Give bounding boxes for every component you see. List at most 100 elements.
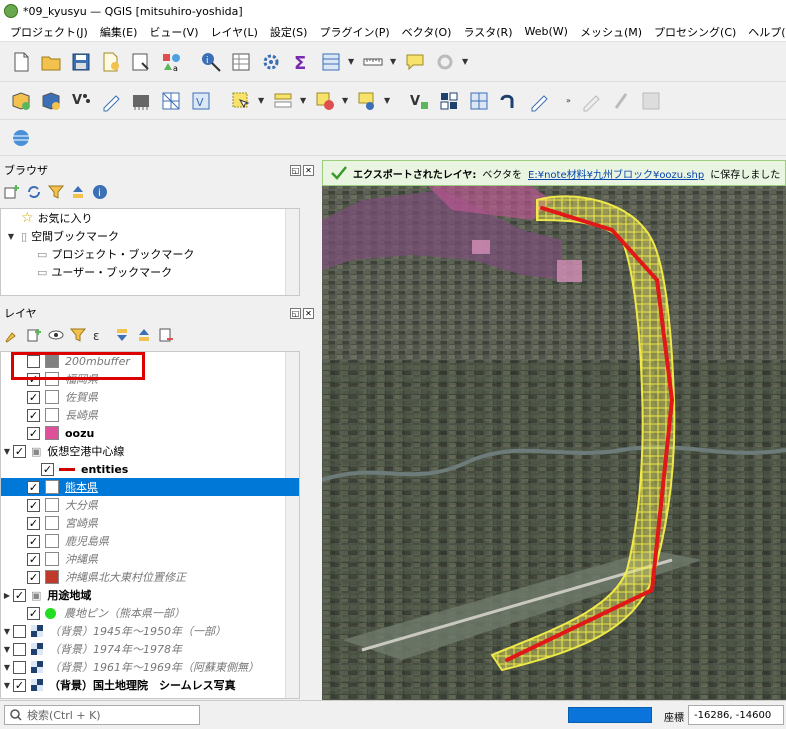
menu-item[interactable]: ビュー(V) <box>143 24 204 40</box>
layer-row[interactable]: ▼ ✓ ▣ 仮想空港中心線 <box>1 442 299 460</box>
add-delimited-text-icon[interactable]: V <box>68 88 94 114</box>
save-as-icon[interactable] <box>98 49 124 75</box>
locator-gear-icon[interactable] <box>432 49 458 75</box>
layer-visibility-checkbox[interactable]: ✓ <box>13 444 26 458</box>
browser-item[interactable]: ☆ お気に入り <box>1 209 299 227</box>
refresh-icon[interactable] <box>26 184 42 200</box>
layer-row[interactable]: ▼ （背景）1961年～1969年（阿蘇東側無） <box>1 658 299 676</box>
chevron-down-icon[interactable]: ▼ <box>462 57 470 66</box>
layer-visibility-checkbox[interactable]: ✓ <box>27 516 40 530</box>
layer-visibility-checkbox[interactable]: ✓ <box>41 462 54 476</box>
add-wms-icon[interactable] <box>128 88 154 114</box>
layer-row[interactable]: ✓ 佐賀県 <box>1 388 299 406</box>
menu-item[interactable]: Web(W) <box>519 25 574 38</box>
browser-item[interactable]: ▭ ユーザー・ブックマーク <box>1 263 299 281</box>
chevron-down-icon[interactable]: ▼ <box>300 96 308 105</box>
chevron-down-icon[interactable]: ▼ <box>384 96 392 105</box>
close-panel-icon[interactable]: ✕ <box>303 307 314 319</box>
measure-ruler-icon[interactable] <box>360 49 386 75</box>
message-path-link[interactable]: E:¥note材料¥九州ブロック¥oozu.shp <box>528 166 704 181</box>
layer-row[interactable]: ✓ 長崎県 <box>1 406 299 424</box>
float-panel-icon[interactable]: ◱ <box>290 307 301 319</box>
layer-visibility-checkbox[interactable]: ✓ <box>27 408 40 422</box>
expand-arrow-icon[interactable]: ▼ <box>1 663 13 672</box>
select-by-value-icon[interactable] <box>270 88 296 114</box>
visibility-eye-icon[interactable] <box>48 327 64 343</box>
layer-visibility-checkbox[interactable]: ✓ <box>27 534 40 548</box>
menu-item[interactable]: 設定(S) <box>264 24 314 40</box>
layer-visibility-checkbox[interactable]: ✓ <box>27 498 40 512</box>
collapse-all-icon[interactable] <box>70 184 86 200</box>
layer-visibility-checkbox[interactable]: ✓ <box>27 480 40 494</box>
menu-item[interactable]: メッシュ(M) <box>574 24 648 40</box>
layer-row[interactable]: ✓ 宮崎県 <box>1 514 299 532</box>
float-panel-icon[interactable]: ◱ <box>290 164 301 176</box>
expand-arrow-icon[interactable]: ▶ <box>1 591 13 600</box>
menu-item[interactable]: プラグイン(P) <box>313 24 395 40</box>
layer-visibility-checkbox[interactable]: ✓ <box>27 570 40 584</box>
layer-visibility-checkbox[interactable] <box>13 660 26 674</box>
add-selected-icon[interactable] <box>4 184 20 200</box>
browser-item[interactable]: ▭ プロジェクト・ブックマーク <box>1 245 299 263</box>
add-raster-layer-icon[interactable] <box>38 88 64 114</box>
expand-arrow-down-icon[interactable]: ▼ <box>5 232 17 241</box>
add-group-icon[interactable] <box>26 327 42 343</box>
raster-calc-icon[interactable] <box>436 88 462 114</box>
layer-visibility-checkbox[interactable] <box>13 642 26 656</box>
expand-arrow-icon[interactable]: ▼ <box>1 627 13 636</box>
trace-tool-icon[interactable] <box>496 88 522 114</box>
identify-icon[interactable]: i <box>198 49 224 75</box>
filter-expression-icon[interactable]: ε <box>92 327 108 343</box>
coordinate-field[interactable]: -16286, -14600 <box>688 705 784 725</box>
filter-icon[interactable] <box>48 184 64 200</box>
layer-visibility-checkbox[interactable]: ✓ <box>27 426 40 440</box>
layer-row[interactable]: ▼ ✓ （背景）国土地理院 シームレス写真 <box>1 676 299 694</box>
digitize-pen-2-icon[interactable] <box>526 88 552 114</box>
grid-tool-icon[interactable] <box>466 88 492 114</box>
menu-item[interactable]: プロセシング(C) <box>648 24 742 40</box>
filter-legend-icon[interactable] <box>70 327 86 343</box>
chevron-down-icon[interactable]: ▼ <box>258 96 266 105</box>
layer-visibility-checkbox[interactable]: ✓ <box>27 552 40 566</box>
layer-visibility-checkbox[interactable]: ✓ <box>27 606 40 620</box>
new-project-icon[interactable] <box>8 49 34 75</box>
print-layout-icon[interactable] <box>128 49 154 75</box>
vertex-tool-icon[interactable]: V <box>406 88 432 114</box>
attribute-table-icon[interactable] <box>228 49 254 75</box>
add-virtual-layer-icon[interactable]: V <box>188 88 214 114</box>
menu-item[interactable]: レイヤ(L) <box>204 24 263 40</box>
layer-row[interactable]: ✓ 農地ピン（熊本県一部） <box>1 604 299 622</box>
layer-row[interactable]: ✓ entities <box>1 460 299 478</box>
deselect-icon[interactable] <box>312 88 338 114</box>
layer-row[interactable]: ▶ ✓ ▣ 用途地域 <box>1 586 299 604</box>
expand-all-icon[interactable] <box>114 327 130 343</box>
save-project-icon[interactable] <box>68 49 94 75</box>
layer-row[interactable]: ✓ 鹿児島県 <box>1 532 299 550</box>
collapse-all-layers-icon[interactable] <box>136 327 152 343</box>
browser-item[interactable]: ▼ ▯ 空間ブックマーク <box>1 227 299 245</box>
statistics-sigma-icon[interactable]: Σ <box>288 49 314 75</box>
info-icon[interactable]: i <box>92 184 108 200</box>
locator-search-box[interactable]: 検索(Ctrl + K) <box>4 705 200 725</box>
layer-row[interactable]: ✓ 熊本県 <box>1 478 299 496</box>
add-mesh-icon[interactable] <box>158 88 184 114</box>
style-manager-icon[interactable]: a <box>158 49 184 75</box>
layer-row[interactable]: ▼ （背景）1974年～1978年 <box>1 640 299 658</box>
expand-arrow-icon[interactable]: ▼ <box>1 645 13 654</box>
menu-item[interactable]: ベクタ(O) <box>396 24 458 40</box>
open-project-icon[interactable] <box>38 49 64 75</box>
layer-row[interactable]: ▼ （背景）1945年～1950年（一部） <box>1 622 299 640</box>
overflow-chevron-icon[interactable]: » <box>566 96 574 105</box>
layer-visibility-checkbox[interactable] <box>13 624 26 638</box>
select-location-icon[interactable] <box>354 88 380 114</box>
layer-row[interactable]: ✓ 大分県 <box>1 496 299 514</box>
layer-styling-brush-icon[interactable] <box>4 327 20 343</box>
select-features-icon[interactable] <box>228 88 254 114</box>
open-table-icon[interactable] <box>318 49 344 75</box>
layer-row[interactable]: ✓ 沖縄県 <box>1 550 299 568</box>
menu-item[interactable]: ラスタ(R) <box>457 24 518 40</box>
menu-item[interactable]: プロジェクト(J) <box>4 24 94 40</box>
map-tips-icon[interactable] <box>402 49 428 75</box>
map-canvas[interactable]: エクスポートされたレイヤ: ベクタを E:¥note材料¥九州ブロック¥oozu.… <box>322 160 786 700</box>
layer-row[interactable]: ✓ 沖縄県北大東村位置修正 <box>1 568 299 586</box>
